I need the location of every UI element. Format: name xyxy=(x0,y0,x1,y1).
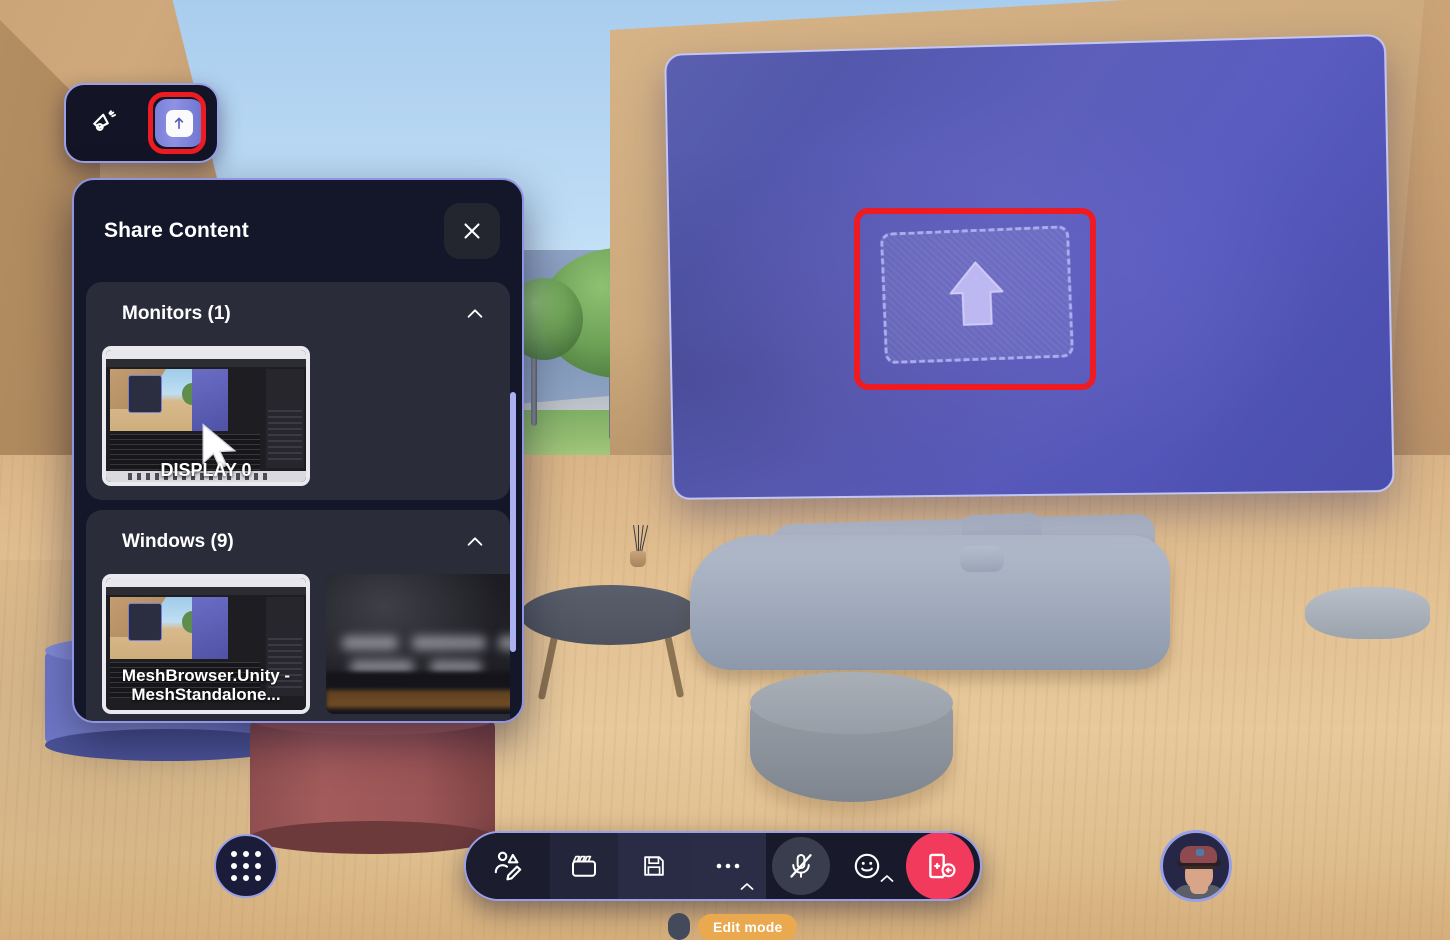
window-thumbnail-label: MeshBrowser.Unity - MeshStandalone... xyxy=(121,665,291,704)
customize-avatar-button[interactable] xyxy=(466,833,550,899)
upload-arrow-icon xyxy=(943,255,1010,331)
microphone-button[interactable] xyxy=(772,837,830,895)
monitor-thumbnail[interactable]: DISPLAY 0 xyxy=(102,346,310,486)
red-pedestal xyxy=(250,702,495,854)
bottom-dock[interactable] xyxy=(464,831,982,901)
save-button[interactable] xyxy=(618,833,690,899)
ellipsis-icon xyxy=(716,863,740,869)
close-button[interactable] xyxy=(444,203,500,259)
chevron-up-icon[interactable] xyxy=(880,874,894,883)
sofa xyxy=(690,535,1170,670)
chevron-up-icon[interactable] xyxy=(464,303,486,325)
leave-door-icon xyxy=(929,853,956,879)
leave-button[interactable] xyxy=(906,833,974,899)
floating-share-toolbar[interactable] xyxy=(64,83,219,163)
chevron-up-icon[interactable] xyxy=(464,531,486,553)
panel-scrollbar[interactable] xyxy=(510,392,516,652)
sofa-pillow xyxy=(959,545,1005,573)
clapperboard-icon xyxy=(572,855,597,877)
avatar-edit-icon xyxy=(494,851,522,881)
video-clip-button[interactable] xyxy=(550,833,618,899)
grid-dots-icon xyxy=(231,851,261,881)
edit-mode-label: Edit mode xyxy=(698,913,798,940)
monitor-thumbnail-label: DISPLAY 0 xyxy=(160,459,252,480)
more-options-button[interactable] xyxy=(690,833,766,899)
share-panel-body[interactable]: Monitors (1) DISPLAY 0 Windows (9) MeshB… xyxy=(74,282,522,721)
section-windows[interactable]: Windows (9) MeshBrowser.Unity - MeshStan… xyxy=(86,510,510,721)
section-monitors-title: Monitors (1) xyxy=(122,303,231,324)
rock xyxy=(1305,587,1430,639)
microphone-muted-icon xyxy=(790,854,812,878)
announce-button[interactable] xyxy=(80,99,128,147)
share-content-button[interactable] xyxy=(155,99,204,147)
chevron-up-icon[interactable] xyxy=(740,882,754,891)
announce-icon xyxy=(92,110,116,131)
share-content-icon-chip xyxy=(165,109,193,137)
share-content-panel[interactable]: Share Content Monitors (1) DISPLAY 0 Win… xyxy=(72,178,524,723)
window-thumbnail[interactable] xyxy=(326,574,510,714)
share-panel-header: Share Content xyxy=(74,180,522,282)
app-launcher-button[interactable] xyxy=(214,834,278,898)
incense-holder xyxy=(622,525,652,567)
monitors-thumbnail-grid[interactable]: DISPLAY 0 xyxy=(86,346,510,500)
share-panel-title: Share Content xyxy=(104,219,249,242)
content-drop-zone[interactable] xyxy=(879,225,1075,365)
smiley-icon xyxy=(854,853,880,879)
floppy-disk-icon xyxy=(644,856,664,876)
edit-mode-handle[interactable] xyxy=(668,913,690,940)
edit-mode-indicator[interactable]: Edit mode xyxy=(668,913,798,940)
coffee-table xyxy=(520,585,700,645)
windows-thumbnail-grid[interactable]: MeshBrowser.Unity - MeshStandalone... xyxy=(86,574,510,721)
close-icon xyxy=(464,223,480,239)
shared-display-screen[interactable] xyxy=(664,33,1395,500)
reactions-button[interactable] xyxy=(838,837,896,895)
avatar[interactable] xyxy=(1160,830,1232,902)
round-stool xyxy=(750,672,953,802)
window-preview-image-blurred xyxy=(326,574,510,714)
section-monitors[interactable]: Monitors (1) DISPLAY 0 xyxy=(86,282,510,500)
window-thumbnail[interactable]: MeshBrowser.Unity - MeshStandalone... xyxy=(102,574,310,714)
section-windows-header[interactable]: Windows (9) xyxy=(86,510,510,574)
share-content-icon xyxy=(175,117,184,129)
section-windows-title: Windows (9) xyxy=(122,531,234,552)
section-monitors-header[interactable]: Monitors (1) xyxy=(86,282,510,346)
